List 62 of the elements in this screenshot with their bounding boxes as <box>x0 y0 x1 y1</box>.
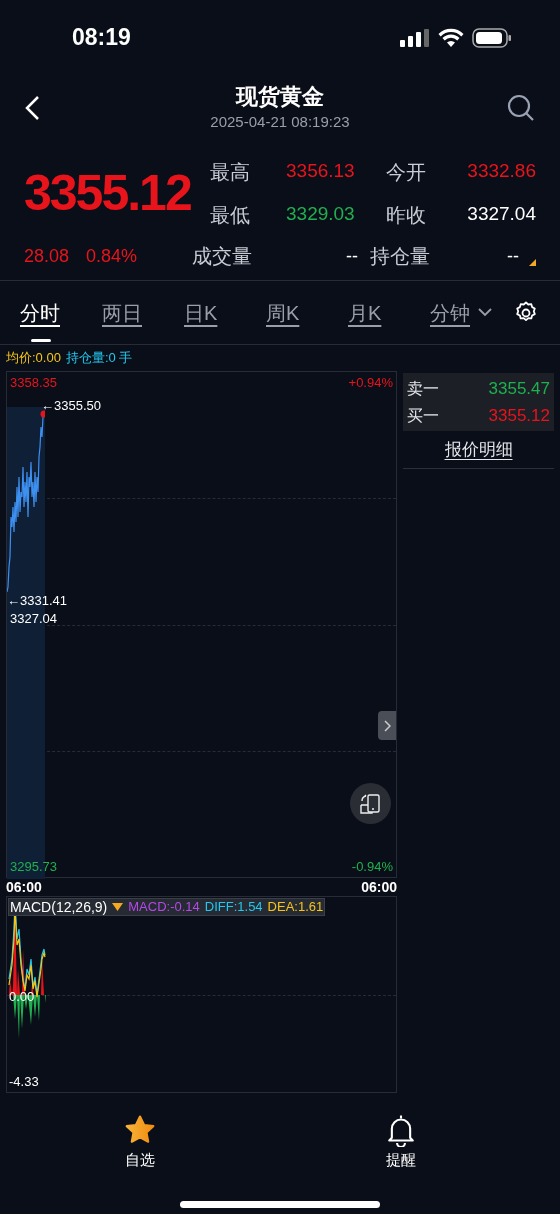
macd-value: MACD:-0.14 <box>128 898 200 917</box>
chevron-down-icon <box>478 308 492 317</box>
quote-datetime: 2025-04-21 08:19:23 <box>210 111 350 132</box>
nav-tab[interactable]: 提醒 <box>385 1113 417 1179</box>
max-percent-label: +0.94% <box>348 374 393 392</box>
time-end-label: 06:00 <box>361 877 397 897</box>
chart-tab[interactable]: 月K <box>348 280 430 345</box>
high-marker-label: ←3355.50 <box>41 397 101 415</box>
search-icon <box>507 93 535 122</box>
interval-dropdown[interactable]: 分钟 <box>430 280 510 345</box>
search-button[interactable] <box>506 92 536 123</box>
status-time: 08:19 <box>72 23 131 53</box>
order-price: 3355.12 <box>488 404 550 427</box>
indicator-text: 持仓量:0 手 <box>65 349 133 368</box>
rotate-screen-button[interactable] <box>350 783 391 824</box>
chart-tab[interactable]: 两日 <box>102 280 184 345</box>
corner-triangle-icon <box>529 259 536 266</box>
stat-label: 昨收 <box>386 202 427 228</box>
chart-tab[interactable]: 周K <box>266 280 348 345</box>
bell-icon <box>385 1113 417 1147</box>
macd-min-label: -4.33 <box>9 1072 39 1091</box>
stat-label: 今开 <box>386 159 427 185</box>
open-interest-label: 持仓量 <box>370 244 430 269</box>
page-title: 现货黄金 <box>236 82 324 111</box>
chevron-right-icon <box>383 719 391 732</box>
order-price: 3355.47 <box>488 377 550 400</box>
macd-value: DIFF:1.54 <box>204 898 263 917</box>
min-percent-label: -0.94% <box>351 857 393 876</box>
back-icon <box>24 94 40 121</box>
wifi-icon <box>438 28 464 47</box>
signal-icon <box>400 28 430 47</box>
stat-value: 3356.13 <box>286 159 356 184</box>
stat-value: 3327.04 <box>466 202 536 227</box>
open-interest-value: -- <box>506 244 520 268</box>
prev-close-label: 3327.04 <box>10 610 57 628</box>
active-tab-indicator <box>31 338 51 342</box>
order-label: 买一 <box>407 405 439 426</box>
time-start-label: 06:00 <box>6 877 42 897</box>
order-label: 卖一 <box>407 378 439 399</box>
volume-label: 成交量 <box>192 244 253 269</box>
stat-value: 3332.86 <box>466 159 536 184</box>
min-price-label: 3295.73 <box>10 857 57 876</box>
max-price-label: 3358.35 <box>10 374 57 392</box>
quote-detail-link[interactable]: 报价明细 <box>444 436 513 463</box>
chart-tab[interactable]: 分时 <box>20 280 102 345</box>
low-marker-label: ←3331.41 <box>7 592 67 610</box>
rotate-device-icon <box>359 792 382 815</box>
nav-tab[interactable]: 自选 <box>123 1113 157 1179</box>
dropdown-triangle-icon <box>112 903 124 911</box>
expand-panel-button[interactable] <box>378 711 396 740</box>
chart-tab[interactable]: 日K <box>184 280 266 345</box>
volume-value: -- <box>345 244 359 268</box>
macd-title: MACD(12,26,9) <box>10 897 108 917</box>
price-change-percent: 0.84% <box>86 244 139 268</box>
indicator-text: 均价:0.00 <box>6 349 61 368</box>
stat-value: 3329.03 <box>286 202 356 227</box>
price-change: 28.08 <box>24 244 71 268</box>
current-price: 3355.12 <box>24 168 191 218</box>
stat-label: 最高 <box>210 159 251 185</box>
macd-value: DEA:1.61 <box>267 898 324 917</box>
stat-label: 最低 <box>210 202 251 228</box>
battery-icon <box>472 27 512 48</box>
